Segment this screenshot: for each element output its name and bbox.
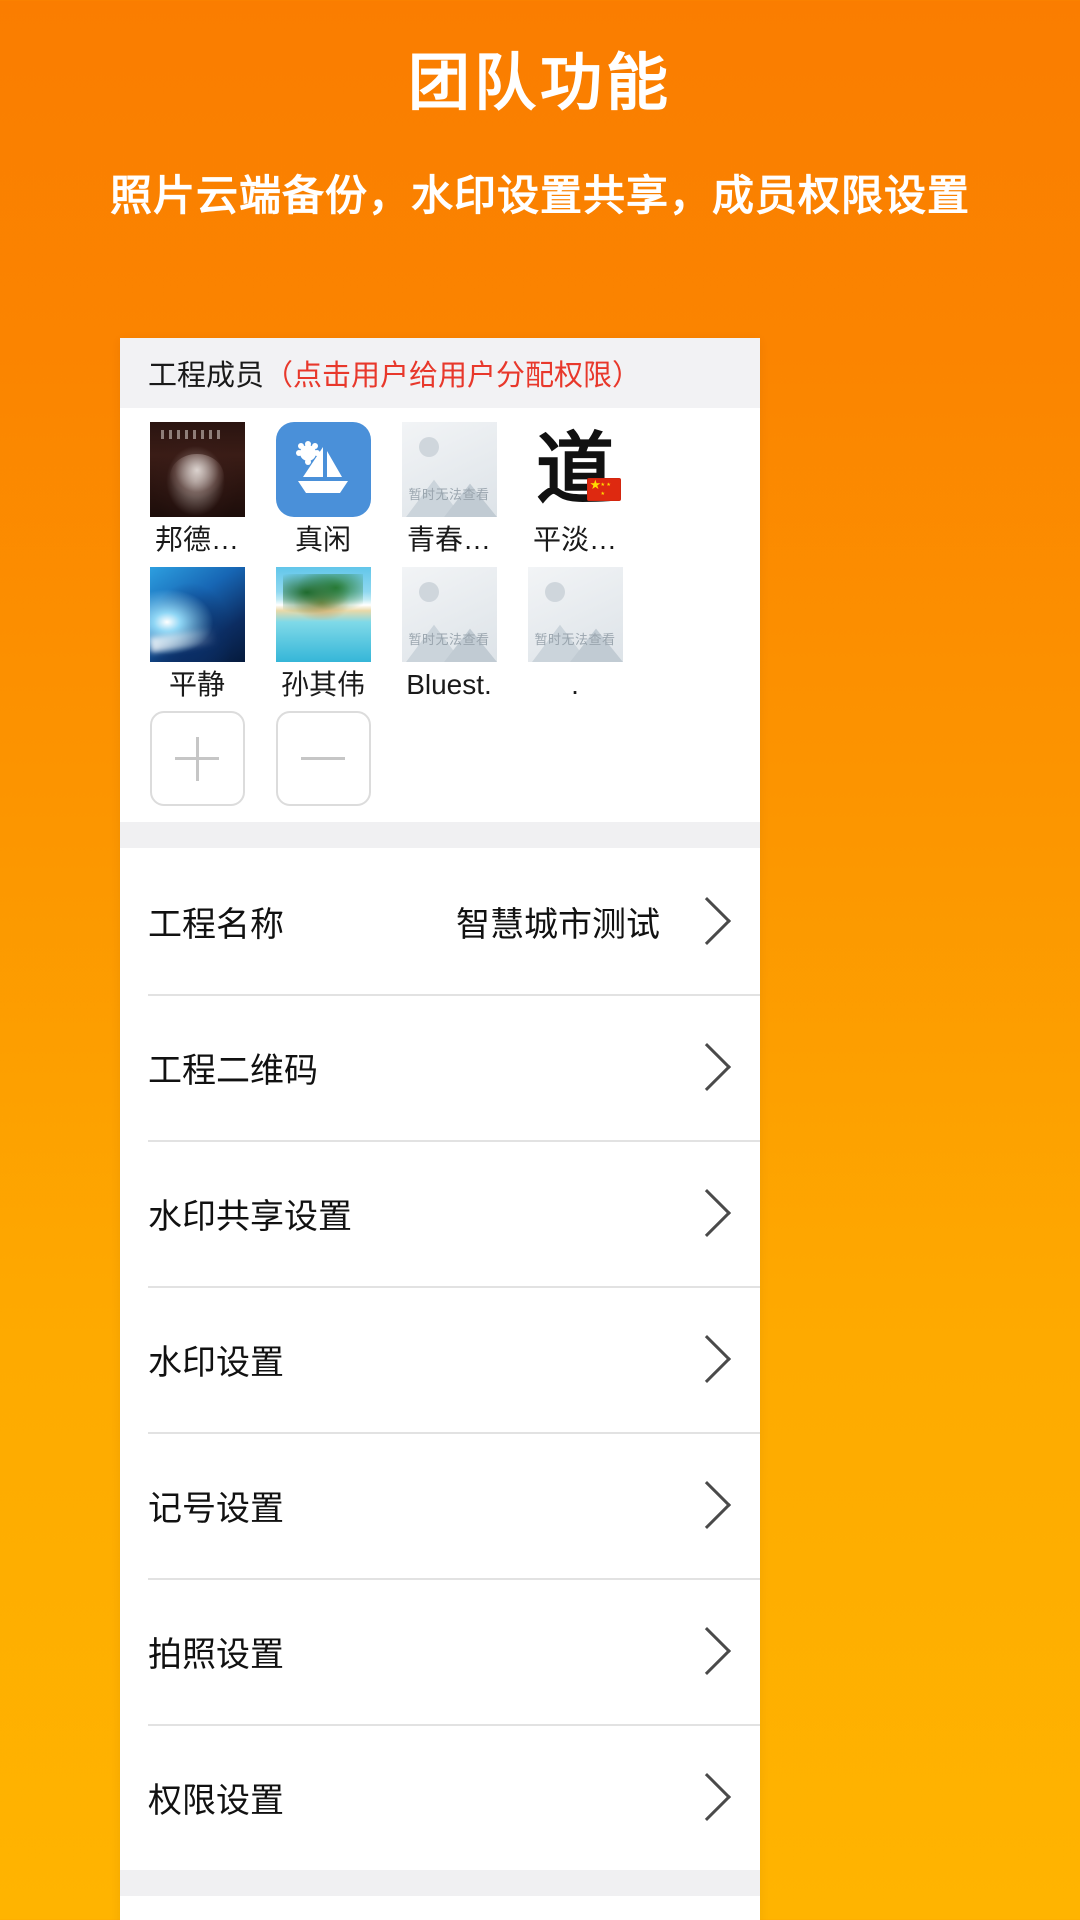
chevron-right-icon: [682, 1043, 732, 1092]
member-name: 青春…: [406, 524, 491, 555]
member-avatar[interactable]: 暂时无法查看: [527, 566, 623, 662]
member-name: 平静: [168, 668, 225, 700]
members-section-title: 工程成员: [148, 360, 265, 392]
settings-list: 工程名称 智慧城市测试 工程二维码 水印共享设置 水印设置 记号设置 拍照设置: [120, 848, 760, 1871]
settings-row-label: 水印共享设置: [148, 1197, 352, 1236]
member-item[interactable]: 道 平淡…: [514, 422, 636, 557]
chevron-right-icon: [682, 1481, 732, 1530]
member-item[interactable]: 暂时无法查看 青春…: [388, 422, 510, 557]
add-member-button[interactable]: [136, 711, 258, 807]
settings-row-label: 权限设置: [148, 1781, 284, 1820]
member-item[interactable]: 暂时无法查看 Bluest.: [388, 566, 510, 702]
member-name: 平淡…: [532, 524, 617, 555]
settings-row-mark[interactable]: 记号设置: [120, 1432, 760, 1578]
member-item[interactable]: 真闲: [262, 422, 384, 557]
members-section-hint: （点击用户给用户分配权限）: [264, 360, 642, 392]
remove-all-members-button[interactable]: 移除所有成员: [120, 1896, 760, 1920]
minus-icon[interactable]: [275, 711, 371, 807]
member-item[interactable]: 邦德…: [136, 422, 258, 557]
members-section-header: 工程成员 （点击用户给用户分配权限）: [120, 338, 760, 408]
settings-row-project-name[interactable]: 工程名称 智慧城市测试: [120, 848, 760, 994]
placeholder-text: 暂时无法查看: [534, 631, 616, 647]
settings-row-label: 工程名称: [148, 905, 284, 944]
member-item[interactable]: 暂时无法查看 .: [514, 566, 636, 702]
member-name: 孙其伟: [280, 668, 365, 700]
member-avatar[interactable]: 道: [527, 422, 623, 517]
member-name: .: [571, 668, 579, 700]
member-name: 邦德…: [154, 524, 239, 555]
palm-tree-shape: [283, 574, 363, 620]
app-screenshot-card: 工程成员 （点击用户给用户分配权限） 邦德… 真闲 暂时无法查看 青春… 道 ★…: [120, 338, 760, 1920]
placeholder-text: 暂时无法查看: [408, 631, 490, 647]
member-avatar[interactable]: 暂时无法查看: [401, 422, 497, 517]
promo-subtitle: 照片云端备份，水印设置共享，成员权限设置: [109, 172, 970, 220]
settings-row-label: 水印设置: [148, 1343, 284, 1382]
placeholder-text: 暂时无法查看: [408, 487, 490, 502]
member-avatar[interactable]: [275, 422, 371, 517]
settings-row-label: 拍照设置: [148, 1635, 284, 1674]
plus-icon[interactable]: [149, 711, 245, 807]
member-name: 真闲: [294, 524, 351, 555]
settings-row-value: 智慧城市测试: [456, 905, 660, 944]
member-avatar[interactable]: 暂时无法查看: [401, 566, 497, 662]
settings-row-label: 工程二维码: [148, 1051, 318, 1090]
chevron-right-icon: [682, 1335, 732, 1384]
chevron-right-icon: [682, 1773, 732, 1822]
settings-row-camera[interactable]: 拍照设置: [120, 1578, 760, 1724]
members-grid: 邦德… 真闲 暂时无法查看 青春… 道 ★ ★ ★ ★ 平淡… 平静 孙其伟 暂…: [120, 408, 760, 823]
sun-icon: [418, 581, 439, 602]
member-name: Bluest.: [406, 668, 492, 700]
member-item[interactable]: 孙其伟: [262, 566, 384, 702]
settings-row-project-qrcode[interactable]: 工程二维码: [120, 994, 760, 1140]
settings-row-watermark[interactable]: 水印设置: [120, 1286, 760, 1432]
section-divider: [120, 822, 760, 849]
promo-banner: 团队功能 照片云端备份，水印设置共享，成员权限设置: [0, 0, 1080, 222]
member-avatar[interactable]: [149, 566, 245, 662]
sun-icon: [418, 437, 439, 458]
settings-row-permission[interactable]: 权限设置: [120, 1724, 760, 1870]
settings-row-label: 记号设置: [148, 1489, 284, 1528]
sun-icon: [544, 581, 565, 602]
section-divider: [120, 1870, 760, 1897]
chevron-right-icon: [682, 1189, 732, 1238]
china-flag-icon: [586, 477, 621, 501]
chevron-right-icon: [682, 897, 732, 946]
remove-member-button[interactable]: [262, 711, 384, 807]
member-avatar[interactable]: [149, 422, 245, 517]
member-avatar[interactable]: [275, 566, 371, 662]
chevron-right-icon: [682, 1627, 732, 1676]
member-item[interactable]: 平静: [136, 566, 258, 702]
sailboat-icon: [298, 446, 348, 493]
settings-row-watermark-share[interactable]: 水印共享设置: [120, 1140, 760, 1286]
page-title: 团队功能: [407, 49, 672, 118]
